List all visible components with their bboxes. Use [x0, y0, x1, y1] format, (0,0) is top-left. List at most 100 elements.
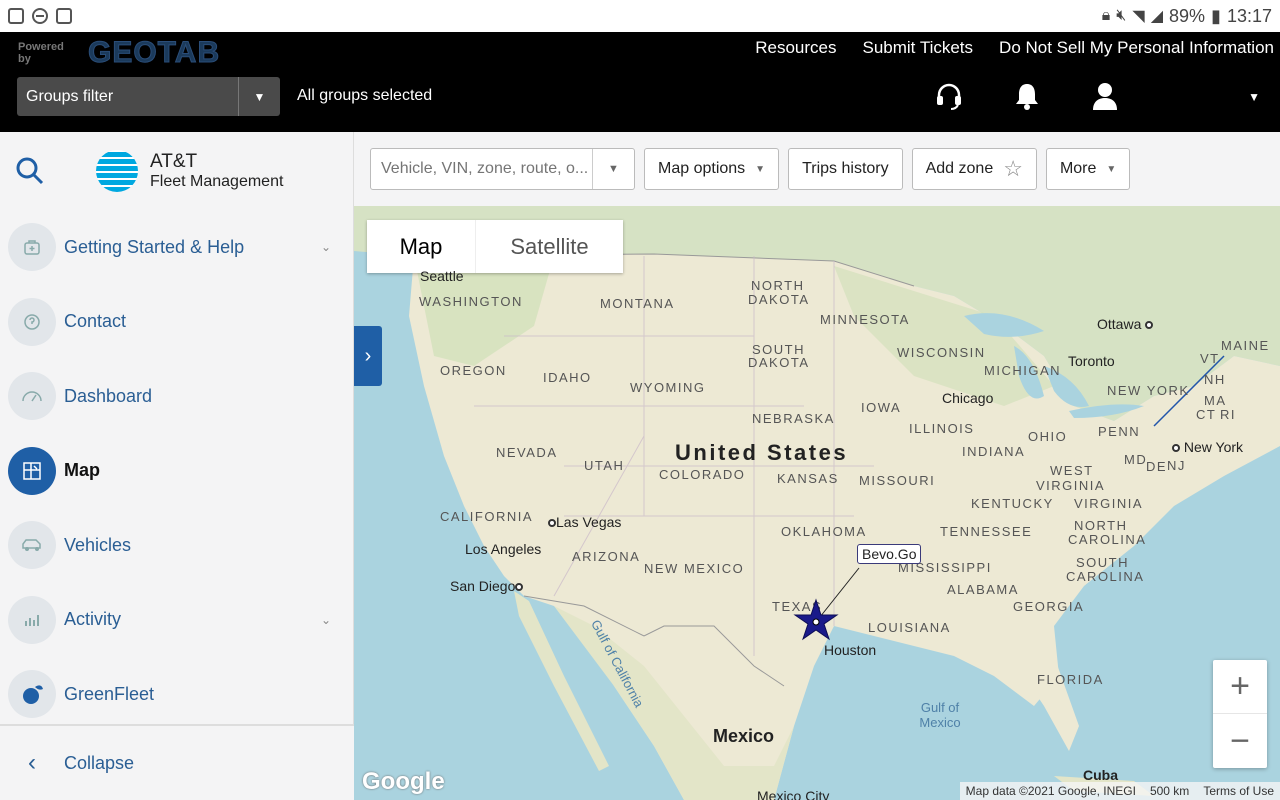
city-label: Chicago	[942, 390, 994, 406]
state-label: CT	[1196, 407, 1217, 422]
vehicle-search-input[interactable]	[371, 149, 592, 189]
chevron-left-icon: ‹	[28, 749, 36, 776]
groups-filter-label: Groups filter	[26, 87, 114, 105]
water-label: Gulf of Mexico	[919, 700, 961, 730]
state-label: MINNESOTA	[820, 312, 910, 327]
user-icon[interactable]	[1086, 77, 1124, 115]
chevron-down-icon[interactable]: ⌄	[321, 240, 331, 254]
state-label: DAKOTA	[748, 292, 810, 307]
help-kit-icon	[8, 223, 56, 272]
map-icon	[8, 446, 56, 495]
gauge-icon	[8, 372, 56, 421]
zoom-in-button[interactable]: +	[1213, 660, 1267, 714]
resources-link[interactable]: Resources	[755, 38, 836, 58]
state-label: ILLINOIS	[909, 421, 975, 436]
add-zone-label: Add zone	[925, 160, 994, 177]
vehicle-label[interactable]: Bevo.Go	[857, 544, 922, 564]
zoom-out-button[interactable]: −	[1213, 714, 1267, 768]
vehicle-search-combobox[interactable]: ▼	[370, 148, 635, 190]
groups-filter-dropdown[interactable]: Groups filter ▼	[17, 77, 280, 116]
powered-by-text: Powered by	[18, 41, 64, 65]
state-label: CALIFORNIA	[440, 509, 534, 524]
map-options-button[interactable]: Map options ▼	[644, 148, 780, 190]
map-options-label: Map options	[658, 160, 746, 177]
map-attribution: Map data ©2021 Google, INEGI	[965, 784, 1136, 798]
headset-icon[interactable]	[930, 77, 968, 115]
state-label: DAKOTA	[748, 355, 810, 370]
map-type-map-button[interactable]: Map	[367, 220, 475, 273]
state-label: NJ	[1167, 458, 1186, 473]
state-label: WEST	[1050, 463, 1094, 478]
state-label: NORTH	[1074, 518, 1128, 533]
contact-icon	[8, 297, 56, 346]
state-label: MD	[1124, 452, 1148, 467]
state-label: MISSOURI	[859, 473, 936, 488]
state-label: ALABAMA	[947, 582, 1019, 597]
account-caret-icon[interactable]: ▼	[1248, 90, 1260, 104]
caret-down-icon[interactable]: ▼	[592, 149, 634, 189]
bell-icon[interactable]	[1008, 77, 1046, 115]
map-type-satellite-button[interactable]: Satellite	[475, 220, 623, 273]
state-label: NEBRASKA	[752, 411, 835, 426]
signal-icon: ◢	[1150, 8, 1164, 25]
state-label: VT	[1200, 351, 1220, 366]
battery-percent: 89%	[1169, 5, 1206, 26]
city-label: Cuba	[1083, 767, 1118, 783]
trips-history-label: Trips history	[802, 160, 889, 177]
chevron-down-icon[interactable]: ⌄	[321, 613, 331, 627]
state-label: WASHINGTON	[419, 294, 523, 309]
mute-icon: 🔇︎	[1116, 7, 1127, 24]
city-label: Toronto	[1068, 353, 1115, 369]
more-label: More	[1059, 160, 1097, 177]
map-scale: 500 km	[1149, 784, 1190, 798]
state-label: DE	[1146, 459, 1168, 474]
sidebar-item-dashboard[interactable]: Dashboard	[0, 359, 353, 434]
sidebar-item-greenfleet[interactable]: GreenFleet	[0, 657, 353, 732]
terms-link[interactable]: Terms of Use	[1203, 784, 1274, 798]
map-canvas[interactable]: Map Satellite › WASHINGTON MONTANA NORTH…	[354, 206, 1280, 800]
state-label: MAINE	[1221, 338, 1270, 353]
sidebar-item-label: Vehicles	[64, 534, 132, 555]
do-not-sell-link[interactable]: Do Not Sell My Personal Information	[999, 38, 1274, 58]
caret-down-icon: ▼	[1106, 163, 1117, 175]
zone-star-icon: ☆	[1003, 156, 1023, 181]
state-label: VIRGINIA	[1036, 478, 1106, 493]
state-label: MONTANA	[600, 296, 675, 311]
state-label: MA	[1204, 393, 1227, 408]
sidebar: AT&T Fleet Management Getting Started & …	[0, 132, 354, 800]
sidebar-item-getting-started[interactable]: Getting Started & Help ⌄	[0, 210, 353, 285]
state-label: WYOMING	[630, 380, 706, 395]
system-status-bar: 🔒︎ 🔇︎ ◥ ◢ 89% ▮ 13:17	[0, 0, 1280, 32]
state-label: NORTH	[751, 278, 805, 293]
sidebar-item-label: Contact	[64, 311, 127, 332]
sidebar-item-vehicles[interactable]: Vehicles	[0, 508, 353, 583]
add-zone-button[interactable]: Add zone ☆	[911, 148, 1037, 190]
state-label: NH	[1204, 372, 1226, 387]
gallery-icon	[8, 8, 24, 24]
map-attribution-bar: Map data ©2021 Google, INEGI 500 km Term…	[959, 782, 1280, 800]
state-label: SOUTH	[1076, 555, 1129, 570]
caret-down-icon: ▼	[755, 163, 766, 175]
city-label: Seattle	[420, 268, 464, 284]
state-label: IDAHO	[543, 370, 592, 385]
sidebar-item-map[interactable]: Map	[0, 434, 353, 509]
trips-history-button[interactable]: Trips history	[788, 148, 903, 190]
sidebar-item-label: Getting Started & Help	[64, 236, 245, 257]
download-icon	[56, 8, 72, 24]
att-globe-icon	[96, 150, 138, 192]
caret-down-icon[interactable]: ▼	[238, 77, 280, 116]
wifi-icon: ◥	[1132, 8, 1145, 25]
submit-tickets-link[interactable]: Submit Tickets	[863, 38, 974, 58]
collapse-button[interactable]: ‹ Collapse	[0, 724, 354, 800]
sidebar-item-contact[interactable]: Contact	[0, 285, 353, 360]
map-type-toggle: Map Satellite	[367, 220, 623, 273]
state-label: NEW MEXICO	[644, 561, 745, 576]
chevron-right-icon[interactable]: ›	[354, 326, 382, 386]
country-label-mexico: Mexico	[713, 726, 775, 746]
state-label: OHIO	[1028, 429, 1068, 444]
search-icon[interactable]	[0, 156, 60, 186]
header-links: Resources Submit Tickets Do Not Sell My …	[755, 38, 1274, 58]
att-logo-line1: AT&T	[150, 151, 198, 172]
sidebar-item-activity[interactable]: Activity ⌄	[0, 583, 353, 658]
more-button[interactable]: More ▼	[1045, 148, 1131, 190]
